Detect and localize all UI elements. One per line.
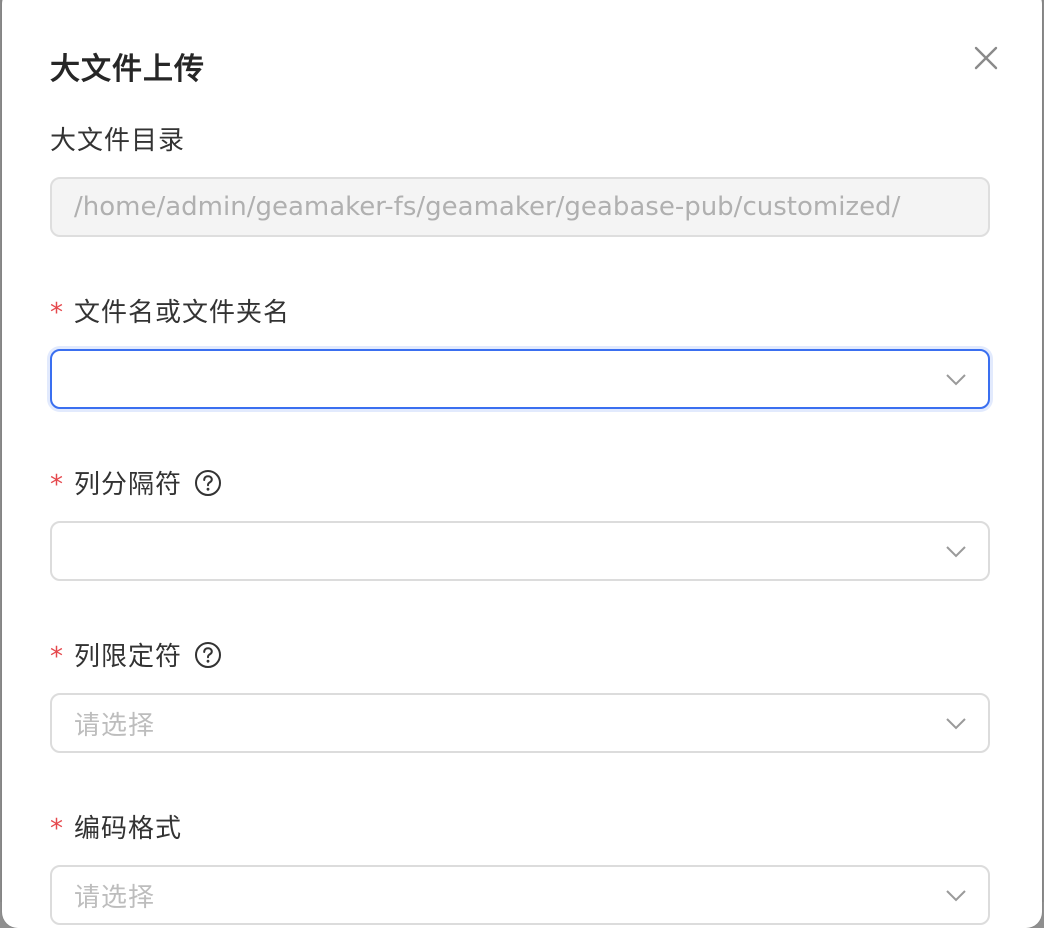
chevron-down-icon bbox=[946, 374, 966, 386]
required-mark: * bbox=[50, 813, 64, 844]
qualifier-select[interactable]: 请选择 bbox=[50, 693, 990, 753]
separator-label-text: 列分隔符 bbox=[74, 470, 183, 500]
encoding-select[interactable]: 请选择 bbox=[50, 865, 990, 925]
upload-dialog: 大文件上传 大文件目录 /home/admin/geamaker-fs/geam… bbox=[2, 0, 1042, 928]
dir-input: /home/admin/geamaker-fs/geamaker/geabase… bbox=[50, 177, 990, 237]
dir-label-text: 大文件目录 bbox=[50, 126, 186, 156]
filename-label-text: 文件名或文件夹名 bbox=[74, 298, 291, 328]
encoding-label-text: 编码格式 bbox=[74, 814, 183, 844]
required-mark: * bbox=[50, 641, 64, 672]
dir-label: 大文件目录 bbox=[50, 120, 185, 157]
chevron-down-icon bbox=[946, 890, 966, 902]
separator-label: * 列分隔符 bbox=[50, 464, 222, 501]
chevron-down-icon bbox=[946, 718, 966, 730]
required-mark: * bbox=[50, 469, 64, 500]
close-button[interactable] bbox=[968, 40, 1004, 76]
question-circle-icon[interactable] bbox=[194, 469, 222, 497]
chevron-down-icon bbox=[946, 546, 966, 558]
qualifier-label-text: 列限定符 bbox=[74, 642, 183, 672]
close-icon bbox=[974, 46, 998, 70]
dialog-title: 大文件上传 bbox=[50, 52, 205, 87]
encoding-label: * 编码格式 bbox=[50, 808, 182, 845]
separator-select[interactable] bbox=[50, 521, 990, 581]
dir-input-value: /home/admin/geamaker-fs/geamaker/geabase… bbox=[74, 192, 901, 222]
qualifier-placeholder: 请选择 bbox=[74, 710, 156, 741]
qualifier-label: * 列限定符 bbox=[50, 636, 222, 673]
filename-label: * 文件名或文件夹名 bbox=[50, 292, 290, 329]
required-mark: * bbox=[50, 297, 64, 328]
encoding-placeholder: 请选择 bbox=[74, 882, 156, 913]
filename-select[interactable] bbox=[50, 349, 990, 409]
question-circle-icon[interactable] bbox=[194, 641, 222, 669]
